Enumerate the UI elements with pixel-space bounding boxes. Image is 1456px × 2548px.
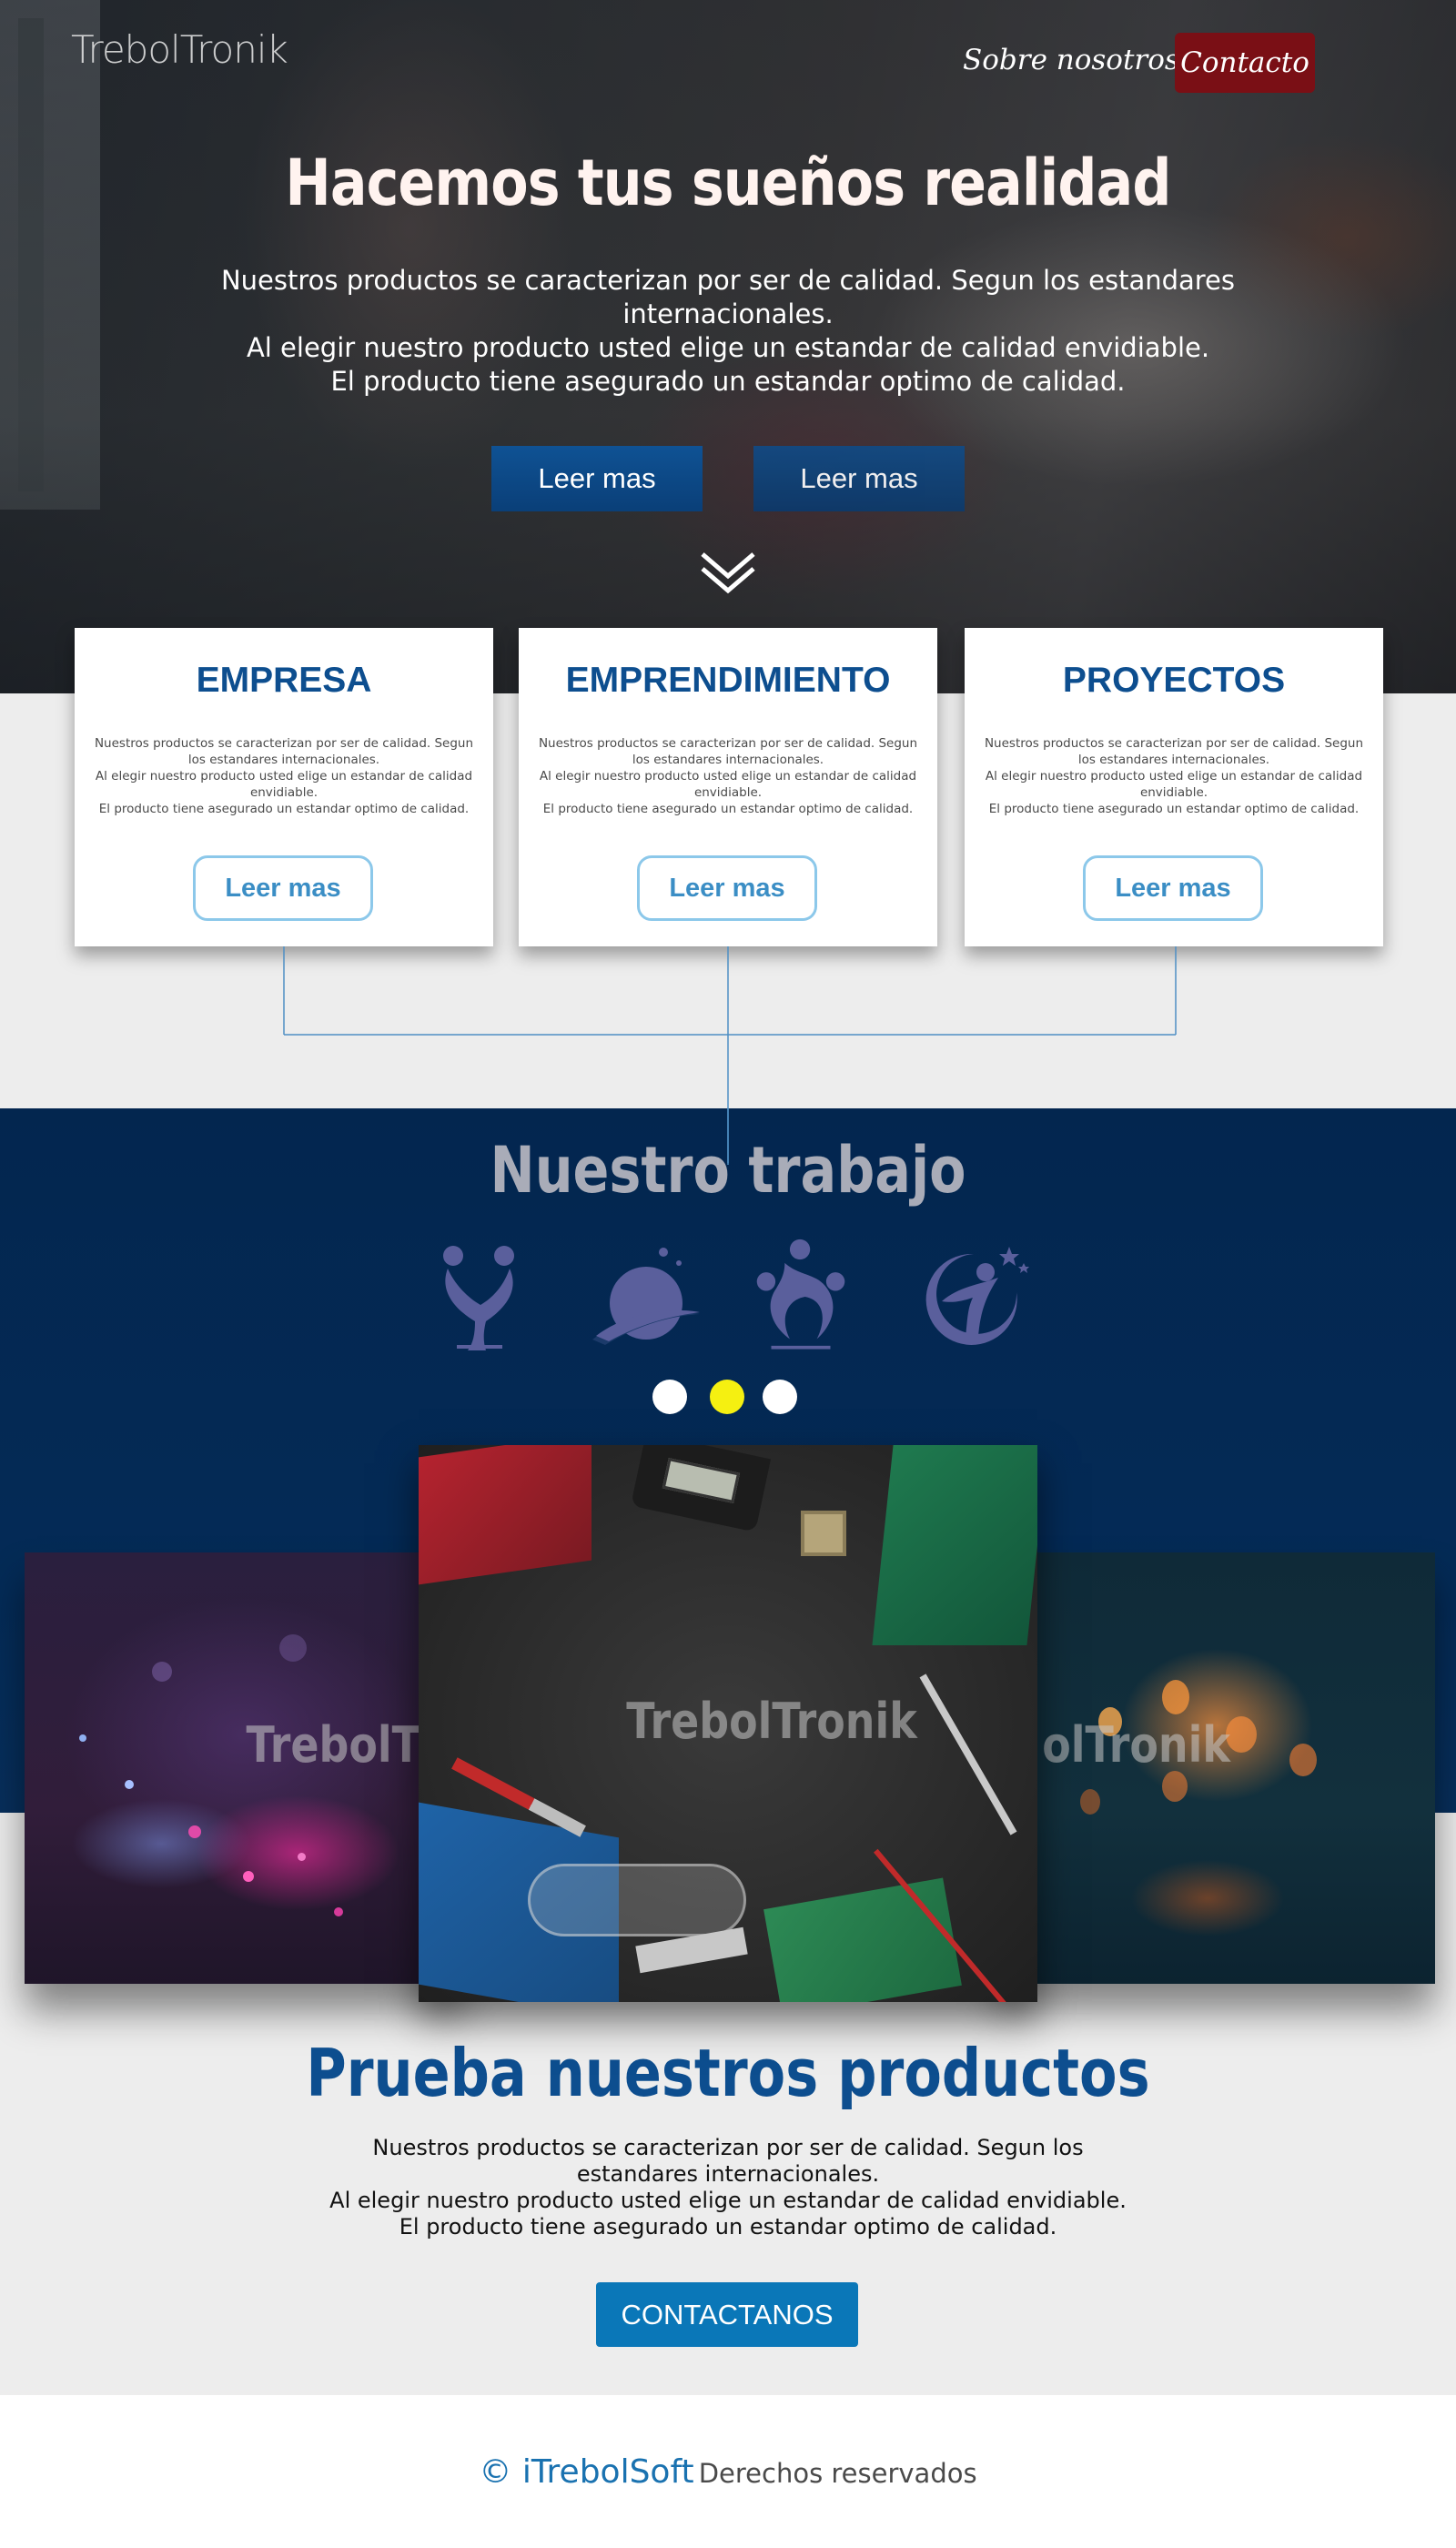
card-line: Nuestros productos se caracterizan por s… — [94, 736, 474, 767]
multimeter — [631, 1445, 771, 1532]
hero-line-3: El producto tiene asegurado un estandar … — [330, 366, 1126, 397]
contact-us-button[interactable]: CONTACTANOS — [596, 2282, 858, 2347]
team-circle-icon — [756, 1239, 845, 1350]
card-line: El producto tiene asegurado un estandar … — [988, 802, 1360, 816]
hero-line-1: Nuestros productos se caracterizan por s… — [220, 265, 1236, 329]
card-description: Nuestros productos se caracterizan por s… — [981, 735, 1367, 817]
hero-read-more-button-1[interactable]: Leer mas — [491, 446, 703, 511]
card-emprendimiento: EMPRENDIMIENTO Nuestros productos se car… — [519, 628, 937, 946]
products-line-1: Nuestros productos se caracterizan por s… — [372, 2135, 1084, 2187]
card-read-more-button[interactable]: Leer mas — [637, 855, 817, 921]
carousel-slide-left[interactable]: TrebolTr — [25, 1552, 461, 1984]
hero-section: TrebolTronik Sobre nosotros Contacto Hac… — [0, 0, 1456, 693]
products-title: Prueba nuestros productos — [306, 2035, 1150, 2111]
carousel-dot-2-active[interactable] — [710, 1380, 744, 1414]
card-line: Al elegir nuestro producto usted elige u… — [985, 769, 1363, 800]
circuit-board-red — [419, 1445, 592, 1585]
globe-swoosh-icon — [592, 1248, 700, 1345]
slide-watermark-left: TrebolTr — [246, 1716, 437, 1774]
carousel-dot-1[interactable] — [652, 1380, 687, 1414]
card-line: El producto tiene asegurado un estandar … — [542, 802, 914, 816]
hero-title: Hacemos tus sueños realidad — [285, 146, 1171, 220]
card-proyectos: PROYECTOS Nuestros productos se caracter… — [965, 628, 1383, 946]
card-line: Nuestros productos se caracterizan por s… — [538, 736, 918, 767]
card-title: PROYECTOS — [1062, 661, 1286, 700]
logo[interactable]: TrebolTronik — [71, 27, 288, 72]
footer-brand[interactable]: © iTrebolSoft — [479, 2453, 693, 2491]
nav-about-link[interactable]: Sobre nosotros — [963, 44, 1179, 76]
products-line-2: Al elegir nuestro producto usted elige u… — [329, 2188, 1127, 2213]
card-line: Al elegir nuestro producto usted elige u… — [539, 769, 917, 800]
nav-contact-button[interactable]: Contacto — [1175, 33, 1315, 93]
card-line: El producto tiene asegurado un estandar … — [98, 802, 470, 816]
products-description: Nuestros productos se caracterizan por s… — [309, 2135, 1147, 2240]
footer-rights: Derechos reservados — [698, 2458, 977, 2489]
card-description: Nuestros productos se caracterizan por s… — [535, 735, 921, 817]
hero-line-2: Al elegir nuestro producto usted elige u… — [246, 332, 1210, 363]
card-read-more-button[interactable]: Leer mas — [193, 855, 373, 921]
slide-watermark-right: olTronik — [1042, 1716, 1230, 1774]
our-work-title: Nuestro trabajo — [490, 1133, 966, 1208]
cpu-chip — [801, 1511, 846, 1556]
multimeter-probe-silver — [919, 1673, 1017, 1835]
safety-goggles — [528, 1864, 746, 1936]
card-empresa: EMPRESA Nuestros productos se caracteriz… — [75, 628, 493, 946]
hero-description: Nuestros productos se caracterizan por s… — [218, 264, 1238, 399]
carousel-slide-main[interactable]: TrebolTronik — [419, 1445, 1037, 2002]
hero-read-more-button-2[interactable]: Leer mas — [753, 446, 965, 511]
carousel-dot-3[interactable] — [763, 1380, 797, 1414]
double-chevron-down-icon[interactable] — [699, 549, 757, 596]
circuit-board-green — [872, 1445, 1037, 1645]
hero-content: TrebolTronik Sobre nosotros Contacto Hac… — [0, 0, 1456, 693]
card-line: Nuestros productos se caracterizan por s… — [984, 736, 1364, 767]
card-read-more-button[interactable]: Leer mas — [1083, 855, 1263, 921]
products-line-3: El producto tiene asegurado un estandar … — [399, 2214, 1057, 2240]
people-embrace-icon — [443, 1246, 514, 1350]
card-title: EMPRESA — [196, 661, 372, 700]
star-person-icon — [925, 1247, 1029, 1345]
card-description: Nuestros productos se caracterizan por s… — [91, 735, 477, 817]
footer-copyright: © iTrebolSoft Derechos reservados — [0, 2453, 1456, 2491]
circuit-board-small — [763, 1877, 962, 2002]
carousel-slide-right[interactable]: olTronik — [998, 1552, 1435, 1984]
card-line: Al elegir nuestro producto usted elige u… — [95, 769, 473, 800]
slide-watermark-main: TrebolTronik — [626, 1693, 917, 1750]
card-title: EMPRENDIMIENTO — [565, 661, 891, 700]
